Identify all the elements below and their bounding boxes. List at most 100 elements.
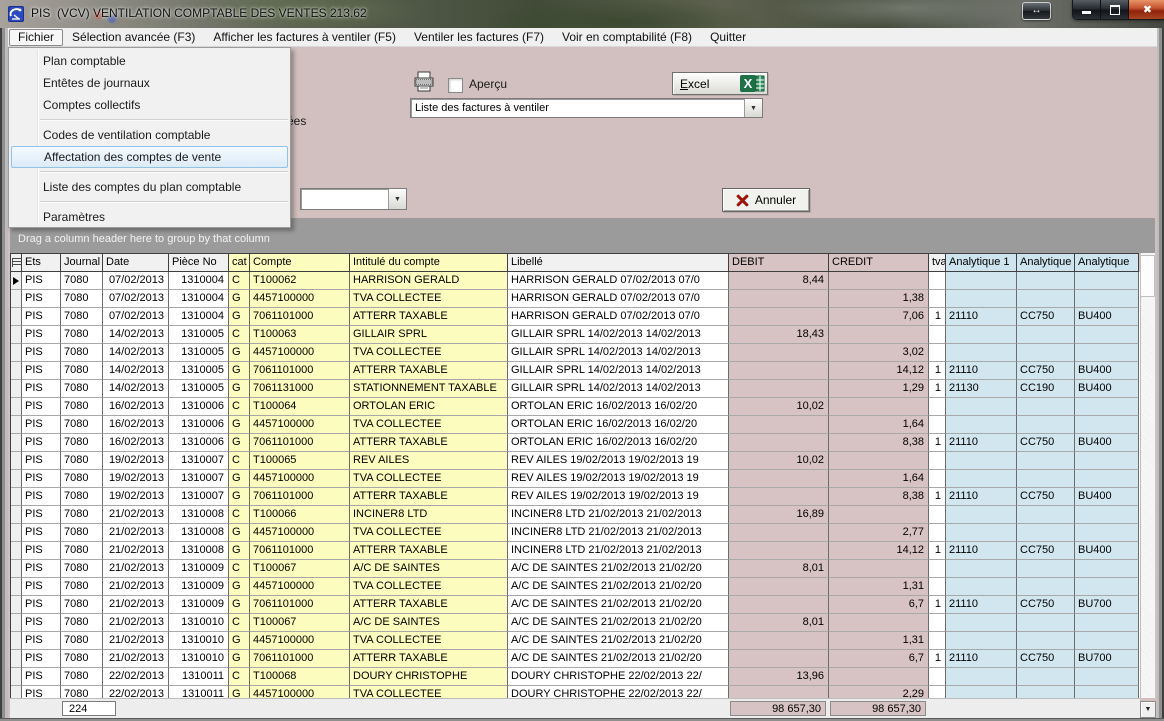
column-header[interactable]: Analytique 1 <box>946 253 1017 272</box>
grid-cell[interactable]: PIS <box>22 560 61 578</box>
grid-cell[interactable]: 7080 <box>61 578 103 596</box>
row-indicator[interactable] <box>11 290 22 308</box>
grid-cell[interactable] <box>1075 632 1139 650</box>
grid-cell[interactable]: 4457100000 <box>250 686 350 698</box>
grid-cell[interactable]: REV AILES 19/02/2013 19/02/2013 19 <box>508 488 729 506</box>
grid-cell[interactable]: 8,44 <box>729 272 829 290</box>
grid-cell[interactable]: 1310006 <box>169 398 229 416</box>
menubar-item-5[interactable]: Voir en comptabilité (F8) <box>553 29 701 46</box>
grid-cell[interactable]: 1310007 <box>169 488 229 506</box>
grid-cell[interactable]: 18,43 <box>729 326 829 344</box>
grid-cell[interactable]: 7080 <box>61 452 103 470</box>
grid-cell[interactable]: BU400 <box>1075 434 1139 452</box>
column-header[interactable]: Compte <box>250 253 350 272</box>
grid-cell[interactable] <box>946 326 1017 344</box>
grid-cell[interactable] <box>729 686 829 698</box>
column-header[interactable]: tva <box>929 253 946 272</box>
grid-cell[interactable]: G <box>229 362 250 380</box>
grid-cell[interactable]: GILLAIR SPRL 14/02/2013 14/02/2013 <box>508 344 729 362</box>
grid-cell[interactable] <box>729 596 829 614</box>
grid-cell[interactable]: 7061101000 <box>250 362 350 380</box>
grid-cell[interactable] <box>1075 524 1139 542</box>
grid-cell[interactable]: PIS <box>22 650 61 668</box>
grid-cell[interactable]: PIS <box>22 326 61 344</box>
grid-cell[interactable]: 10,02 <box>729 398 829 416</box>
grid-cell[interactable]: TVA COLLECTEE <box>350 632 508 650</box>
grid-cell[interactable]: 7080 <box>61 650 103 668</box>
grid-cell[interactable]: 22/02/2013 <box>103 686 169 698</box>
grid-cell[interactable]: 19/02/2013 <box>103 488 169 506</box>
grid-cell[interactable]: ORTOLAN ERIC 16/02/2013 16/02/20 <box>508 434 729 452</box>
grid-cell[interactable]: 21110 <box>946 542 1017 560</box>
grid-cell[interactable]: 1310011 <box>169 668 229 686</box>
grid-cell[interactable]: DOURY CHRISTOPHE <box>350 668 508 686</box>
grid-cell[interactable]: 1310007 <box>169 452 229 470</box>
grid-cell[interactable] <box>1075 398 1139 416</box>
row-indicator[interactable] <box>11 380 22 398</box>
grid-cell[interactable]: ORTOLAN ERIC 16/02/2013 16/02/20 <box>508 398 729 416</box>
chevron-down-icon[interactable]: ▼ <box>388 189 406 209</box>
grid-cell[interactable]: BU400 <box>1075 488 1139 506</box>
grid-cell[interactable]: C <box>229 452 250 470</box>
grid-cell[interactable]: 1 <box>929 488 946 506</box>
grid-cell[interactable]: 21110 <box>946 488 1017 506</box>
grid-cell[interactable] <box>929 452 946 470</box>
grid-cell[interactable]: HARRISON GERALD 07/02/2013 07/0 <box>508 290 729 308</box>
grid-cell[interactable] <box>929 578 946 596</box>
grid-cell[interactable] <box>729 542 829 560</box>
grid-cell[interactable]: 8,38 <box>829 434 929 452</box>
grid-cell[interactable] <box>1075 344 1139 362</box>
grid-cell[interactable]: 1,38 <box>829 290 929 308</box>
grid-cell[interactable]: 7061131000 <box>250 380 350 398</box>
grid-cell[interactable] <box>929 272 946 290</box>
grid-cell[interactable] <box>929 416 946 434</box>
grid-cell[interactable]: 7080 <box>61 398 103 416</box>
row-indicator[interactable] <box>11 542 22 560</box>
grid-cell[interactable]: GILLAIR SPRL <box>350 326 508 344</box>
grid-cell[interactable]: 1310005 <box>169 362 229 380</box>
excel-button[interactable]: Excel X <box>672 72 768 95</box>
file-menu-item[interactable]: Liste des comptes du plan comptable <box>11 176 288 198</box>
grid-cell[interactable]: 14/02/2013 <box>103 326 169 344</box>
file-menu-item[interactable]: Comptes collectifs <box>11 94 288 116</box>
file-menu-item[interactable]: Entêtes de journaux <box>11 72 288 94</box>
row-indicator[interactable] <box>11 416 22 434</box>
grid-cell[interactable]: 14,12 <box>829 362 929 380</box>
grid-cell[interactable]: 7080 <box>61 668 103 686</box>
grid-cell[interactable]: G <box>229 470 250 488</box>
grid-cell[interactable]: G <box>229 632 250 650</box>
grid-cell[interactable]: CC190 <box>1017 380 1075 398</box>
column-header[interactable]: Intitulé du compte <box>350 253 508 272</box>
grid-cell[interactable] <box>829 272 929 290</box>
grid-cell[interactable]: 21110 <box>946 650 1017 668</box>
row-indicator[interactable] <box>11 686 22 698</box>
grid-cell[interactable]: PIS <box>22 272 61 290</box>
grid-cell[interactable] <box>829 614 929 632</box>
grid-cell[interactable]: 1310006 <box>169 416 229 434</box>
row-indicator[interactable] <box>11 344 22 362</box>
grid-cell[interactable]: 2,77 <box>829 524 929 542</box>
grid-cell[interactable]: 1310004 <box>169 290 229 308</box>
grid-cell[interactable]: 16,89 <box>729 506 829 524</box>
grid-cell[interactable] <box>729 488 829 506</box>
grid-cell[interactable] <box>929 398 946 416</box>
grid-cell[interactable]: 7080 <box>61 542 103 560</box>
grid-cell[interactable]: 7061101000 <box>250 650 350 668</box>
grid-cell[interactable] <box>1017 560 1075 578</box>
grid-cell[interactable]: TVA COLLECTEE <box>350 578 508 596</box>
grid-cell[interactable]: CC750 <box>1017 542 1075 560</box>
grid-cell[interactable] <box>929 344 946 362</box>
grid-cell[interactable]: PIS <box>22 380 61 398</box>
grid-cell[interactable]: 1310005 <box>169 326 229 344</box>
grid-cell[interactable]: 21/02/2013 <box>103 506 169 524</box>
grid-cell[interactable]: G <box>229 596 250 614</box>
grid-cell[interactable]: 21/02/2013 <box>103 560 169 578</box>
column-header[interactable]: Journal <box>61 253 103 272</box>
row-indicator[interactable] <box>11 326 22 344</box>
column-header[interactable]: Pièce No <box>169 253 229 272</box>
grid-cell[interactable]: 21/02/2013 <box>103 614 169 632</box>
grid-cell[interactable] <box>1017 398 1075 416</box>
grid-cell[interactable]: 7080 <box>61 686 103 698</box>
row-indicator[interactable] <box>11 506 22 524</box>
row-indicator[interactable] <box>11 362 22 380</box>
